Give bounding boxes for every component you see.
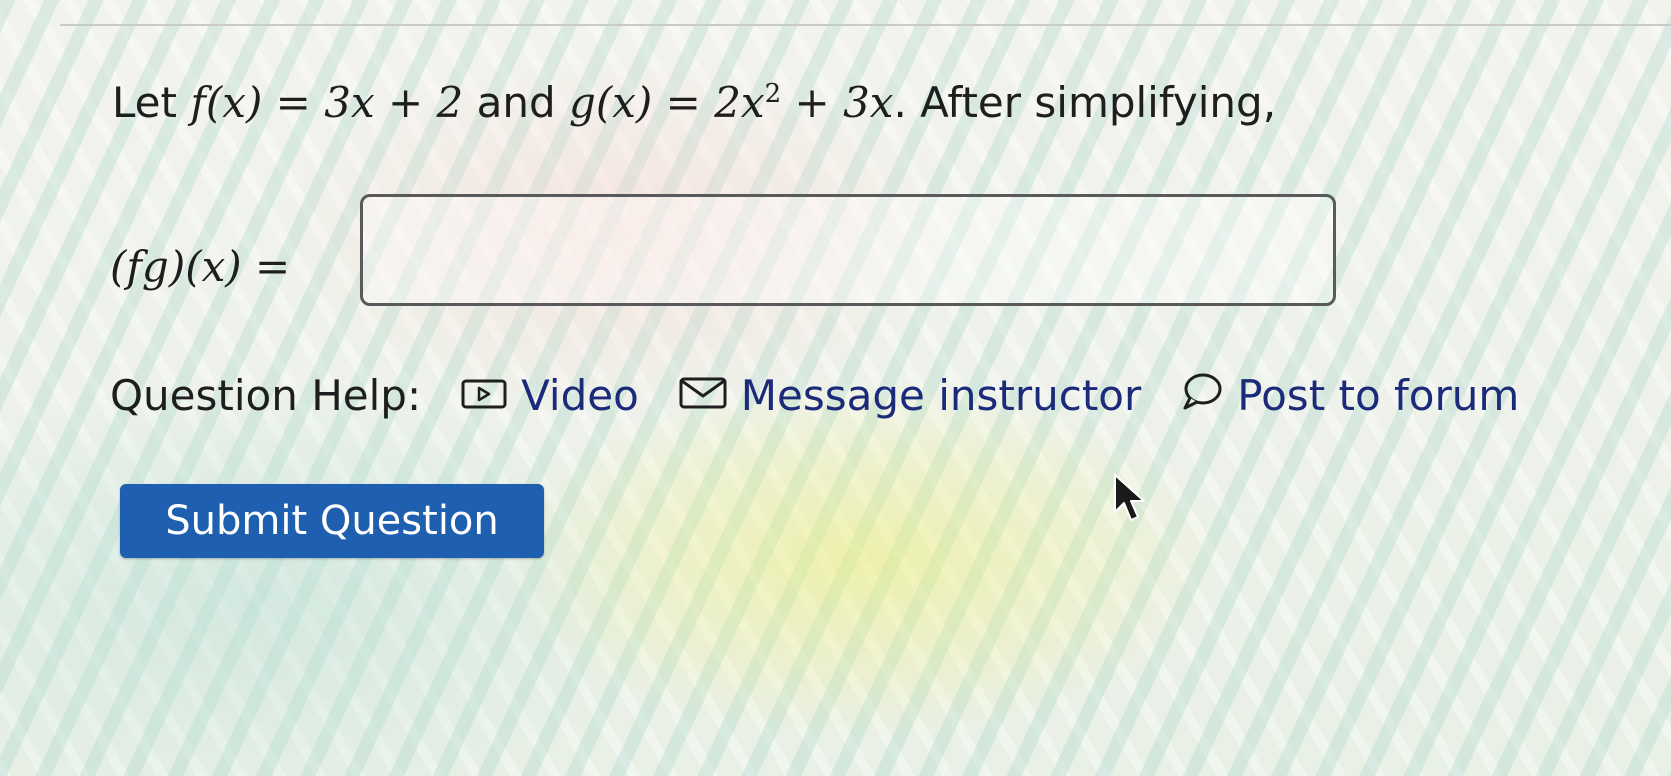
submit-question-button[interactable]: Submit Question: [120, 484, 544, 558]
question-conjunction: and: [463, 78, 569, 127]
g-definition-base: g(x) = 2x: [568, 78, 765, 127]
question-help-row: Question Help: Video Message instructor …: [110, 360, 1559, 430]
mail-icon: [679, 371, 727, 420]
chat-bubble-icon: [1181, 371, 1223, 420]
g-definition-exponent: 2: [764, 79, 782, 109]
message-instructor-label: Message instructor: [740, 370, 1142, 420]
post-to-forum-label: Post to forum: [1237, 370, 1520, 420]
mouse-pointer-icon: [1112, 472, 1152, 532]
video-icon: [461, 371, 507, 420]
video-link-label: Video: [521, 370, 639, 420]
answer-label: (fg)(x) =: [110, 242, 291, 291]
answer-input[interactable]: [360, 194, 1336, 306]
video-link[interactable]: Video: [461, 371, 639, 420]
message-instructor-link[interactable]: Message instructor: [679, 371, 1141, 420]
divider: [60, 24, 1671, 26]
post-to-forum-link[interactable]: Post to forum: [1181, 371, 1519, 420]
question-help-label: Question Help:: [110, 370, 422, 420]
g-definition-tail: + 3x: [781, 78, 894, 127]
f-definition: f(x) = 3x + 2: [190, 78, 464, 127]
question-text: Let f(x) = 3x + 2 and g(x) = 2x2 + 3x. A…: [112, 78, 1276, 127]
question-prefix: Let: [112, 78, 191, 127]
question-suffix: . After simplifying,: [893, 78, 1277, 127]
